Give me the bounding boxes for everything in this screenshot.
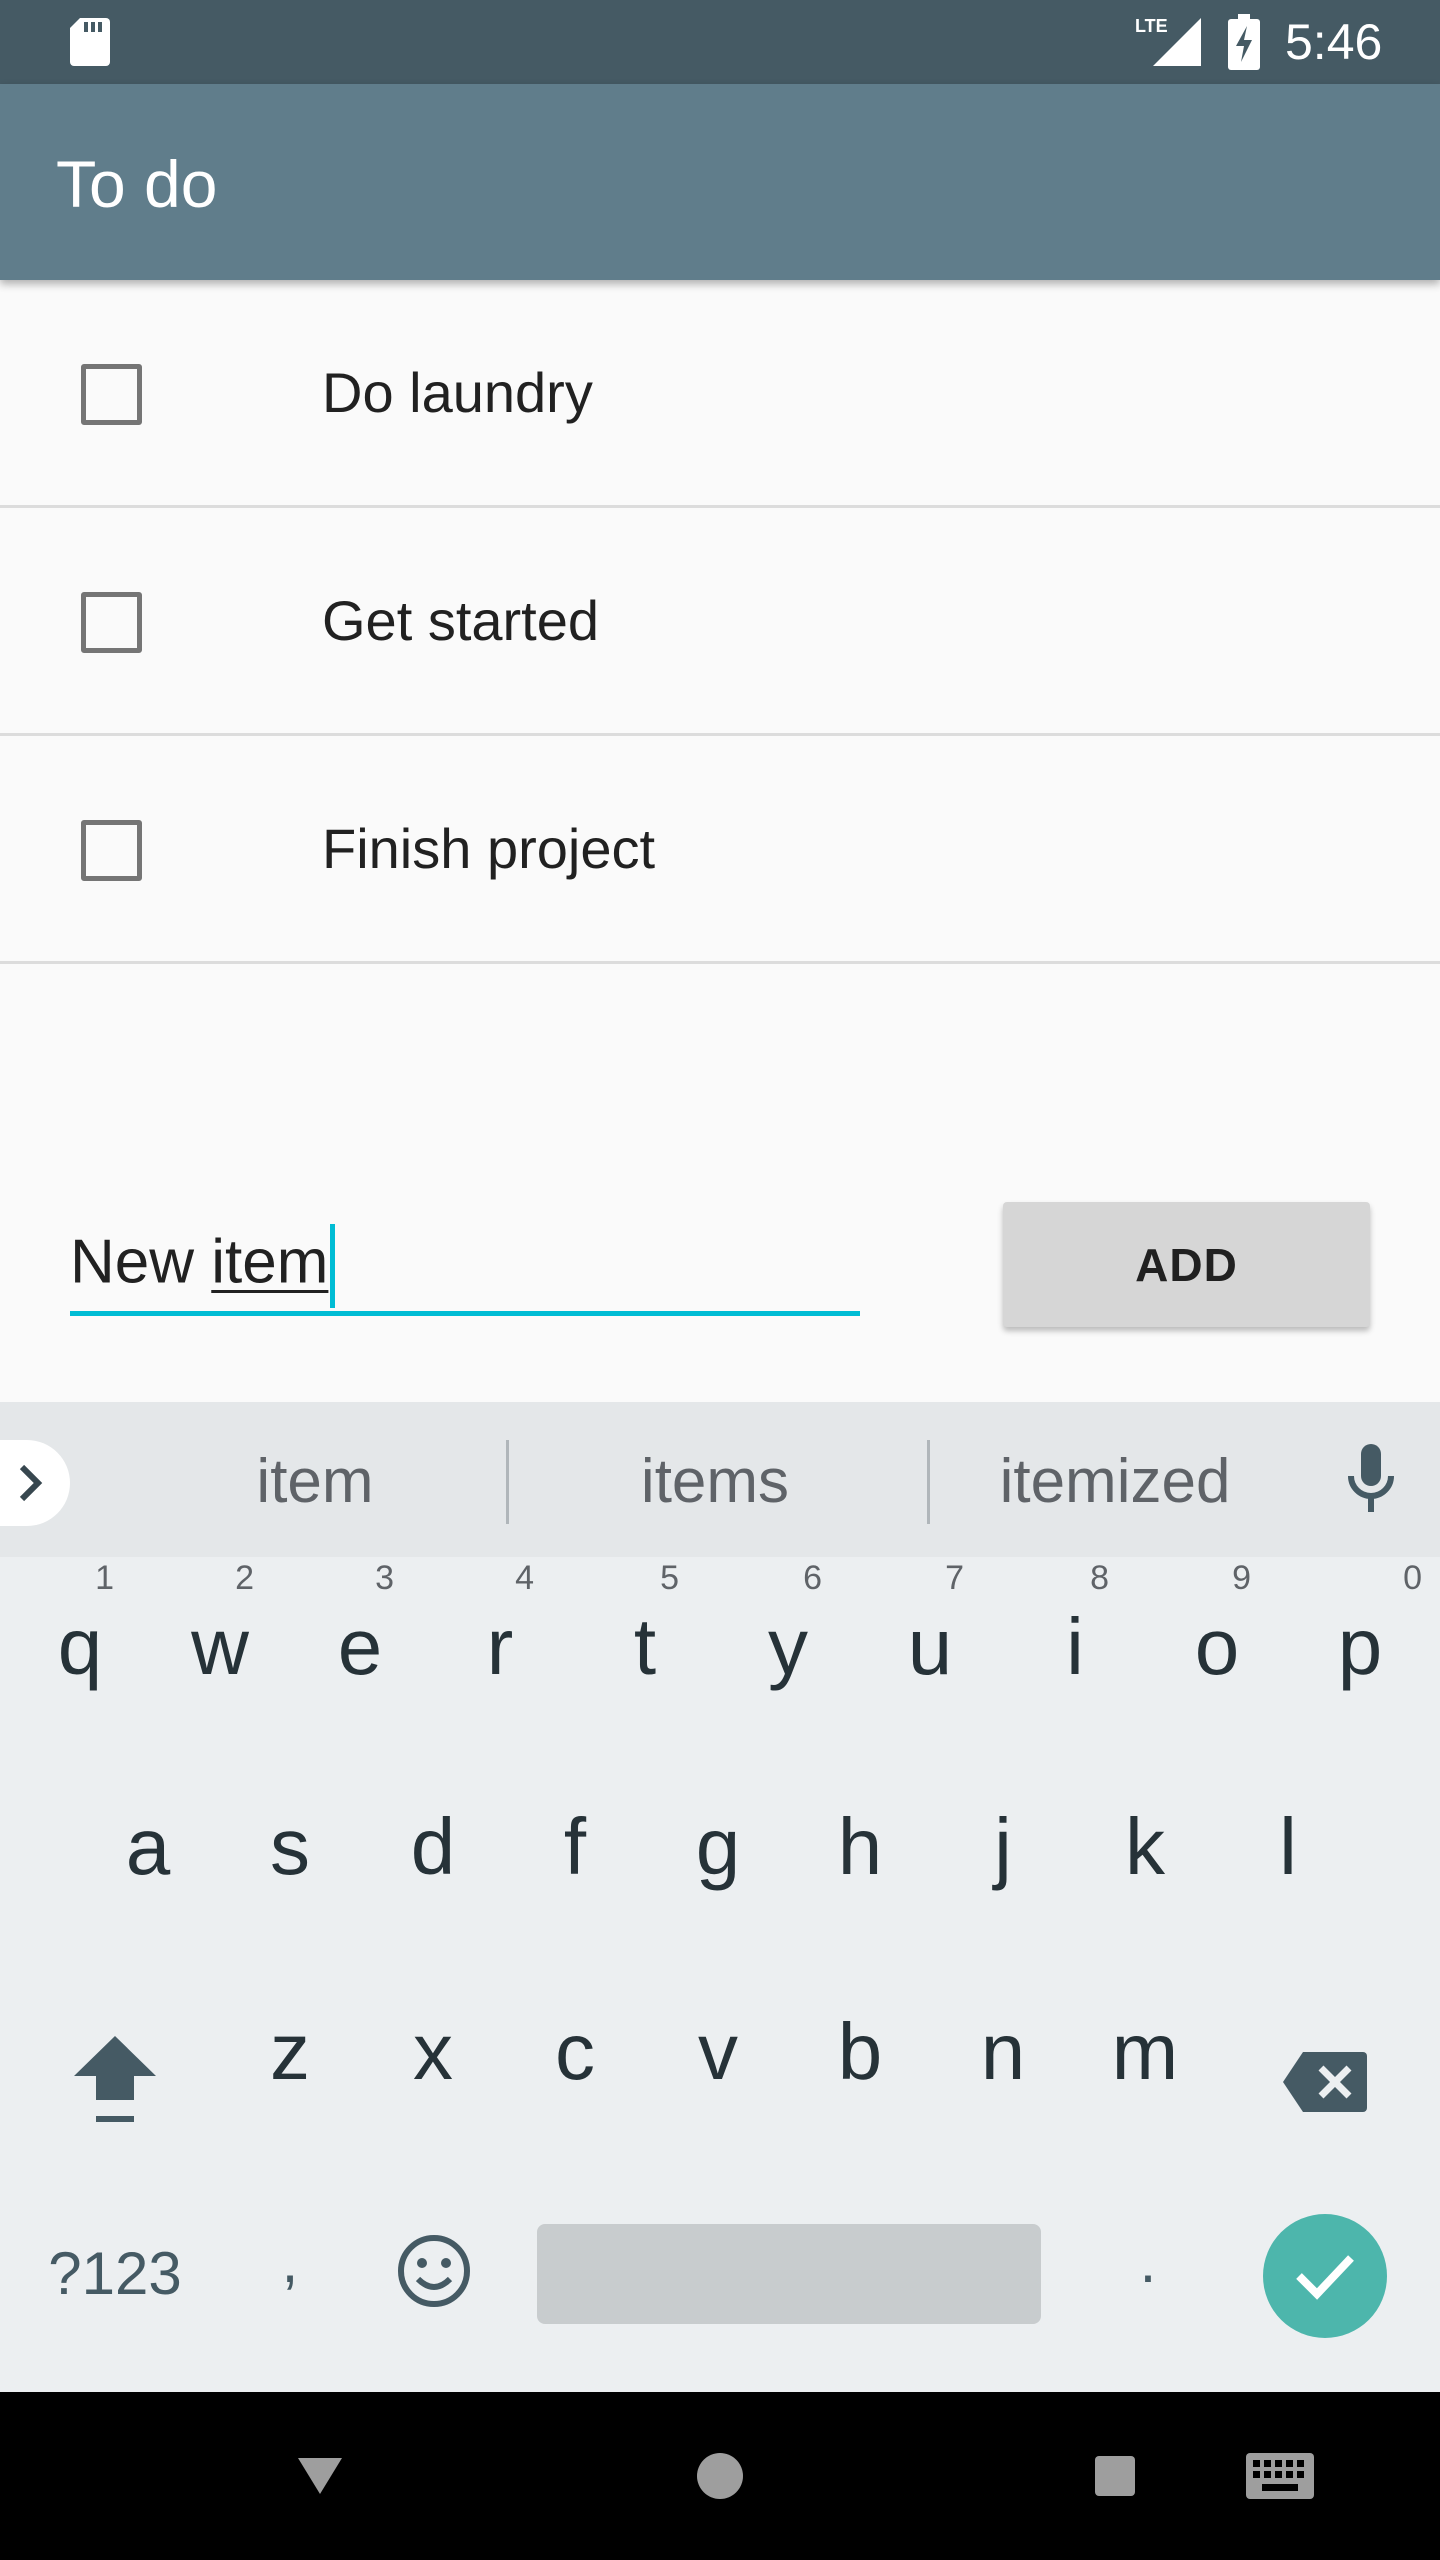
- suggestion-divider: [927, 1440, 930, 1524]
- key-p[interactable]: p0: [1320, 1559, 1422, 1692]
- battery-charging-icon: [1228, 14, 1260, 75]
- shift-arrow-icon: [74, 2036, 156, 2122]
- recents-button[interactable]: [1075, 2392, 1155, 2560]
- key-z[interactable]: z: [250, 2007, 330, 2097]
- expand-toolbar-button[interactable]: [0, 1440, 70, 1526]
- key-x[interactable]: x: [393, 2007, 473, 2097]
- key-e[interactable]: e3: [320, 1559, 400, 1692]
- key-v[interactable]: v: [678, 2007, 758, 2097]
- key-c[interactable]: c: [535, 2007, 615, 2097]
- key-l[interactable]: l: [1248, 1802, 1328, 1892]
- todo-list: Do laundry Get started Finish project: [0, 280, 1440, 964]
- comma-key[interactable]: ,: [270, 2217, 310, 2307]
- todo-item[interactable]: Do laundry: [0, 280, 1440, 508]
- key-u[interactable]: u7: [890, 1559, 970, 1692]
- done-key[interactable]: [1263, 2214, 1387, 2338]
- backspace-icon: [1283, 2052, 1367, 2112]
- suggestion-item[interactable]: item: [190, 1444, 440, 1520]
- key-t[interactable]: t5: [605, 1559, 685, 1692]
- key-f[interactable]: f: [535, 1802, 615, 1892]
- lte-signal-icon: LTE: [1135, 14, 1201, 75]
- suggestion-strip: item items itemized: [0, 1402, 1440, 1557]
- chevron-right-icon: [19, 1464, 43, 1502]
- home-circle-icon: [697, 2453, 743, 2499]
- add-button[interactable]: ADD: [1003, 1202, 1370, 1327]
- todo-checkbox[interactable]: [81, 820, 142, 881]
- suggestion-item[interactable]: itemized: [980, 1444, 1250, 1520]
- key-d[interactable]: d: [393, 1802, 473, 1892]
- microphone-icon[interactable]: [1343, 1444, 1399, 1521]
- key-j[interactable]: j: [963, 1802, 1043, 1892]
- sd-card-icon: [70, 18, 110, 71]
- keyboard-icon: [1246, 2453, 1314, 2499]
- keyboard-switch-button[interactable]: [1235, 2392, 1325, 2560]
- checkmark-icon: [1296, 2255, 1354, 2300]
- emoji-key[interactable]: [394, 2228, 474, 2314]
- key-s[interactable]: s: [250, 1802, 330, 1892]
- app-bar: To do: [0, 84, 1440, 280]
- shift-key[interactable]: [70, 2032, 160, 2132]
- todo-checkbox[interactable]: [81, 592, 142, 653]
- suggestion-divider: [506, 1440, 509, 1524]
- status-bar: LTE 5:46: [0, 0, 1440, 84]
- todo-checkbox[interactable]: [81, 364, 142, 425]
- period-key[interactable]: .: [1128, 2217, 1168, 2307]
- soft-keyboard: item items itemized q1 w2 e3 r4 t5 y6 u7…: [0, 1402, 1440, 2392]
- key-q[interactable]: q1: [40, 1559, 120, 1692]
- todo-item-label: Finish project: [322, 817, 656, 880]
- symbols-key[interactable]: ?123: [40, 2229, 190, 2319]
- key-k[interactable]: k: [1105, 1802, 1185, 1892]
- todo-item[interactable]: Get started: [0, 508, 1440, 736]
- todo-item[interactable]: Finish project: [0, 736, 1440, 964]
- page-title: To do: [56, 147, 218, 221]
- key-n[interactable]: n: [963, 2007, 1043, 2097]
- key-h[interactable]: h: [820, 1802, 900, 1892]
- smiley-icon: [398, 2235, 470, 2307]
- recents-square-icon: [1095, 2456, 1135, 2496]
- key-y[interactable]: y6: [748, 1559, 828, 1692]
- todo-item-label: Get started: [322, 589, 600, 652]
- home-button[interactable]: [680, 2392, 760, 2560]
- key-i[interactable]: i8: [1035, 1559, 1115, 1692]
- key-m[interactable]: m: [1105, 2007, 1185, 2097]
- key-a[interactable]: a: [108, 1802, 188, 1892]
- back-triangle-icon: [298, 2458, 342, 2494]
- space-key[interactable]: [537, 2224, 1041, 2324]
- status-clock: 5:46: [1285, 14, 1383, 70]
- back-button[interactable]: [280, 2392, 360, 2560]
- todo-item-label: Do laundry: [322, 361, 593, 424]
- backspace-key[interactable]: [1280, 2042, 1370, 2122]
- key-r[interactable]: r4: [460, 1559, 540, 1692]
- suggestion-item[interactable]: items: [590, 1444, 840, 1520]
- key-w[interactable]: w2: [180, 1559, 260, 1692]
- key-o[interactable]: o9: [1177, 1559, 1257, 1692]
- svg-text:LTE: LTE: [1135, 16, 1168, 36]
- key-g[interactable]: g: [678, 1802, 758, 1892]
- navigation-bar: [0, 2392, 1440, 2560]
- new-item-input[interactable]: [70, 1220, 860, 1316]
- key-b[interactable]: b: [820, 2007, 900, 2097]
